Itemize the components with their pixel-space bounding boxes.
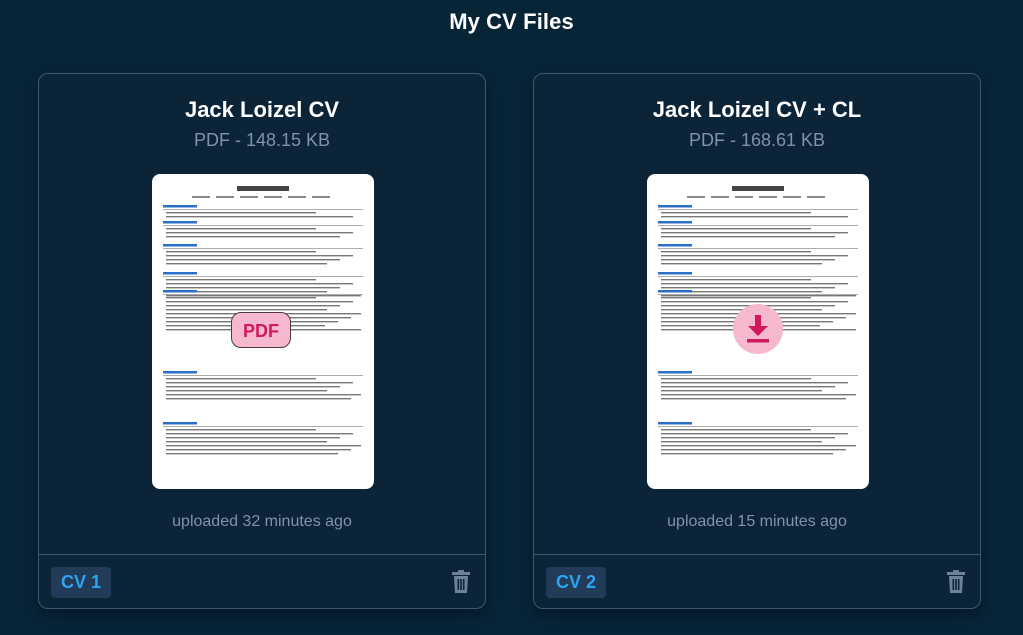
card-footer: CV 1 [39,554,485,608]
cv-thumbnail[interactable] [647,174,869,489]
file-type-size: PDF - 148.15 KB [193,130,331,150]
cv-tag: CV 1 [51,567,112,598]
trash-icon[interactable] [451,570,471,594]
file-type-size: PDF - 168.61 KB [688,130,826,150]
download-button[interactable] [733,304,783,354]
upload-time: uploaded 15 minutes ago [667,513,847,530]
cv-card[interactable]: Jack Loizel CV + CL PDF - 168.61 KB uplo… [533,73,981,609]
cv-tag: CV 2 [546,567,607,598]
cv-title: Jack Loizel CV [184,97,340,122]
cv-card[interactable]: Jack Loizel CV PDF - 148.15 KB PDF uploa… [38,73,486,609]
cv-title: Jack Loizel CV + CL [652,97,862,122]
card-footer: CV 2 [534,554,980,608]
pdf-badge: PDF [231,312,291,348]
cv-thumbnail[interactable]: PDF [152,174,374,489]
cv-files-page: My CV Files Jack Loizel CV PDF - 148.15 … [0,0,1023,635]
download-icon [747,315,769,343]
upload-time: uploaded 32 minutes ago [172,513,352,530]
trash-icon[interactable] [946,570,966,594]
page-title: My CV Files [449,9,574,34]
